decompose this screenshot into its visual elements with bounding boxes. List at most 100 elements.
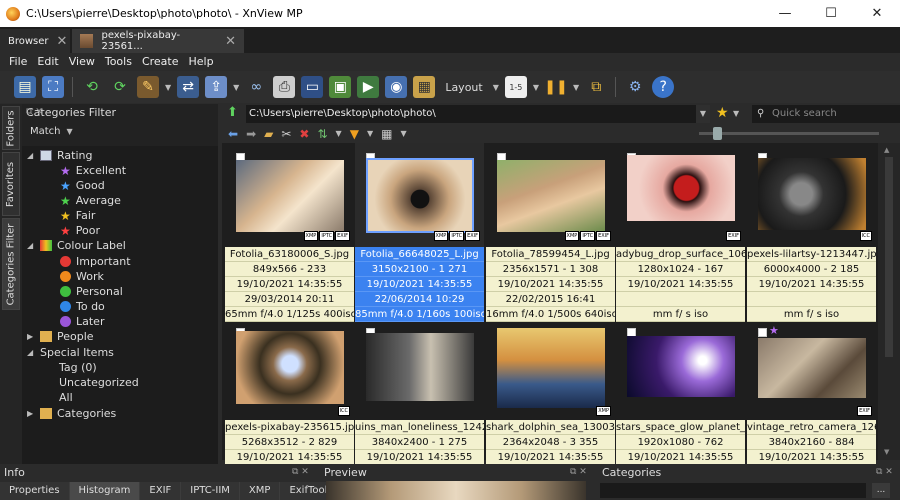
categories-more-button[interactable]: ... (872, 483, 890, 498)
minimize-button[interactable]: — (762, 0, 808, 27)
menu-create[interactable]: Create (137, 53, 184, 70)
rotate-left-icon[interactable]: ⟲ (81, 76, 103, 98)
menu-edit[interactable]: Edit (32, 53, 63, 70)
thumbnail-frame[interactable] (616, 318, 745, 422)
chevron-down-icon[interactable]: ▼ (165, 83, 171, 92)
slider-knob[interactable] (713, 127, 722, 140)
thumbnail-frame[interactable]: XMP IPTC EXIF (355, 143, 484, 247)
tree-item-work[interactable]: Work (60, 269, 104, 284)
expand-icon[interactable]: ▶ (27, 332, 35, 341)
path-input[interactable]: C:\Users\pierre\Desktop\photo\photo\ ▼ (246, 105, 710, 123)
scanner-icon[interactable]: ▭ (301, 76, 324, 98)
tab-histogram[interactable]: Histogram (69, 482, 141, 500)
bookmarks-icon[interactable]: ❚❚ (544, 76, 567, 98)
thumbnail-frame[interactable]: ★ XMP (486, 318, 615, 422)
collapse-icon[interactable]: ◢ (27, 151, 35, 160)
collapse-icon[interactable]: ◢ (27, 348, 35, 357)
thumbnail-frame[interactable]: ICC (747, 143, 876, 247)
tree-item-to-do[interactable]: To do (60, 299, 105, 314)
wallpaper-icon[interactable]: ▦ (413, 76, 436, 98)
chevron-down-icon[interactable]: ▼ (67, 127, 73, 136)
slideshow-icon[interactable]: ▶ (357, 76, 380, 98)
thumbnail-frame[interactable]: ★ EXIF (747, 318, 876, 422)
tree-item-all[interactable]: All (59, 390, 73, 405)
tree-item-rating[interactable]: ◢ Rating (27, 148, 92, 163)
thumbnail-size-slider[interactable] (699, 127, 879, 140)
tree-item-poor[interactable]: ★ Poor (60, 223, 100, 238)
camera-icon[interactable]: ◉ (385, 76, 408, 98)
scroll-down-icon[interactable]: ▼ (884, 448, 889, 456)
scroll-up-icon[interactable]: ▲ (884, 146, 889, 154)
close-tab-icon[interactable]: ✕ (225, 34, 236, 49)
chevron-down-icon[interactable]: ▼ (400, 129, 406, 138)
open-icon[interactable]: ▤ (14, 76, 36, 98)
chevron-down-icon[interactable]: ▼ (233, 83, 239, 92)
match-dropdown[interactable]: Match (30, 126, 61, 137)
tree-item-special-items[interactable]: ◢ Special Items (27, 345, 114, 360)
layout-button[interactable]: Layout (441, 81, 486, 94)
gear-icon[interactable]: ⚙ (624, 76, 646, 98)
thumbnail-frame[interactable]: EXIF (616, 143, 745, 247)
collapse-icon[interactable]: ◢ (27, 241, 35, 250)
tree-item-uncategorized[interactable]: Uncategorized (59, 375, 139, 390)
select-checkbox[interactable] (758, 328, 767, 337)
compare-icon[interactable]: 1-5 (504, 76, 527, 98)
menu-view[interactable]: View (64, 53, 100, 70)
tree-item-people[interactable]: ▶ People (27, 329, 94, 344)
batch-icon[interactable]: ▣ (329, 76, 352, 98)
menu-file[interactable]: File (0, 53, 32, 70)
tree-item-fair[interactable]: ★ Fair (60, 208, 95, 223)
tag-icon[interactable]: ✂ (281, 127, 291, 141)
tree-item-categories[interactable]: ▶ Categories (27, 406, 116, 421)
tab-iptc-iim[interactable]: IPTC-IIM (181, 482, 240, 500)
back-icon[interactable]: ⬅ (228, 127, 238, 141)
fullscreen-icon[interactable]: ⛶ (42, 76, 64, 98)
binoculars-icon[interactable]: ∞ (245, 76, 267, 98)
tree-item-good[interactable]: ★ Good (60, 178, 105, 193)
tab-favorites[interactable]: Favorites (2, 152, 20, 216)
quick-search-input[interactable]: ⚲ Quick search (752, 105, 900, 123)
menu-help[interactable]: Help (184, 53, 219, 70)
tab-exif[interactable]: EXIF (140, 482, 182, 500)
folder-icon[interactable]: ▰ (264, 127, 273, 141)
tab-browser[interactable]: Browser ✕ (0, 29, 70, 53)
chevron-down-icon[interactable]: ▼ (336, 129, 342, 138)
sort-icon[interactable]: ⇅ (317, 127, 327, 141)
thumbnail-frame[interactable]: XMP IPTC EXIF (486, 143, 615, 247)
chevron-down-icon[interactable]: ▼ (696, 105, 710, 123)
thumbnail-frame[interactable]: XMP IPTC EXIF (225, 143, 354, 247)
tab-properties[interactable]: Properties (0, 482, 70, 500)
filter-icon[interactable]: ⧉ (585, 76, 607, 98)
tree-item-personal[interactable]: Personal (60, 284, 123, 299)
tree-item-average[interactable]: ★ Average (60, 193, 121, 208)
rotate-right-icon[interactable]: ⟳ (109, 76, 131, 98)
tab-folders[interactable]: Folders (2, 106, 20, 150)
tree-item-excellent[interactable]: ★ Excellent (60, 163, 126, 178)
tree-item-important[interactable]: Important (60, 254, 131, 269)
tree-item-tag[interactable]: Tag (0) (59, 360, 97, 375)
tab-xmp[interactable]: XMP (239, 482, 281, 500)
favorite-star-icon[interactable]: ★ (716, 105, 729, 121)
edit-icon[interactable]: ✎ (137, 76, 159, 98)
export-icon[interactable]: ⇪ (205, 76, 228, 98)
tab-image[interactable]: pexels-pixabay-23561... ✕ (72, 29, 244, 53)
maximize-button[interactable]: ☐ (808, 0, 854, 27)
delete-icon[interactable]: ✖ (299, 127, 309, 141)
panel-close-icon[interactable]: ⧉ ✕ (26, 107, 43, 117)
categories-input[interactable] (600, 483, 866, 498)
view-mode-icon[interactable]: ▦ (381, 127, 392, 141)
help-icon[interactable]: ? (652, 76, 675, 98)
scroll-thumb[interactable] (885, 157, 893, 357)
tree-item-later[interactable]: Later (60, 314, 104, 329)
panel-close-icon[interactable]: ⧉ ✕ (570, 467, 587, 477)
chevron-down-icon[interactable]: ▼ (367, 129, 373, 138)
grid-scrollbar[interactable]: ▲ ▼ (878, 143, 900, 460)
expand-icon[interactable]: ▶ (27, 409, 35, 418)
forward-icon[interactable]: ➡ (246, 127, 256, 141)
print-icon[interactable]: ⎙ (273, 76, 296, 98)
panel-close-icon[interactable]: ⧉ ✕ (292, 467, 309, 477)
panel-close-icon[interactable]: ⧉ ✕ (876, 467, 893, 477)
close-button[interactable]: ✕ (854, 0, 900, 27)
menu-tools[interactable]: Tools (100, 53, 137, 70)
filter-icon[interactable]: ▼ (350, 127, 359, 141)
